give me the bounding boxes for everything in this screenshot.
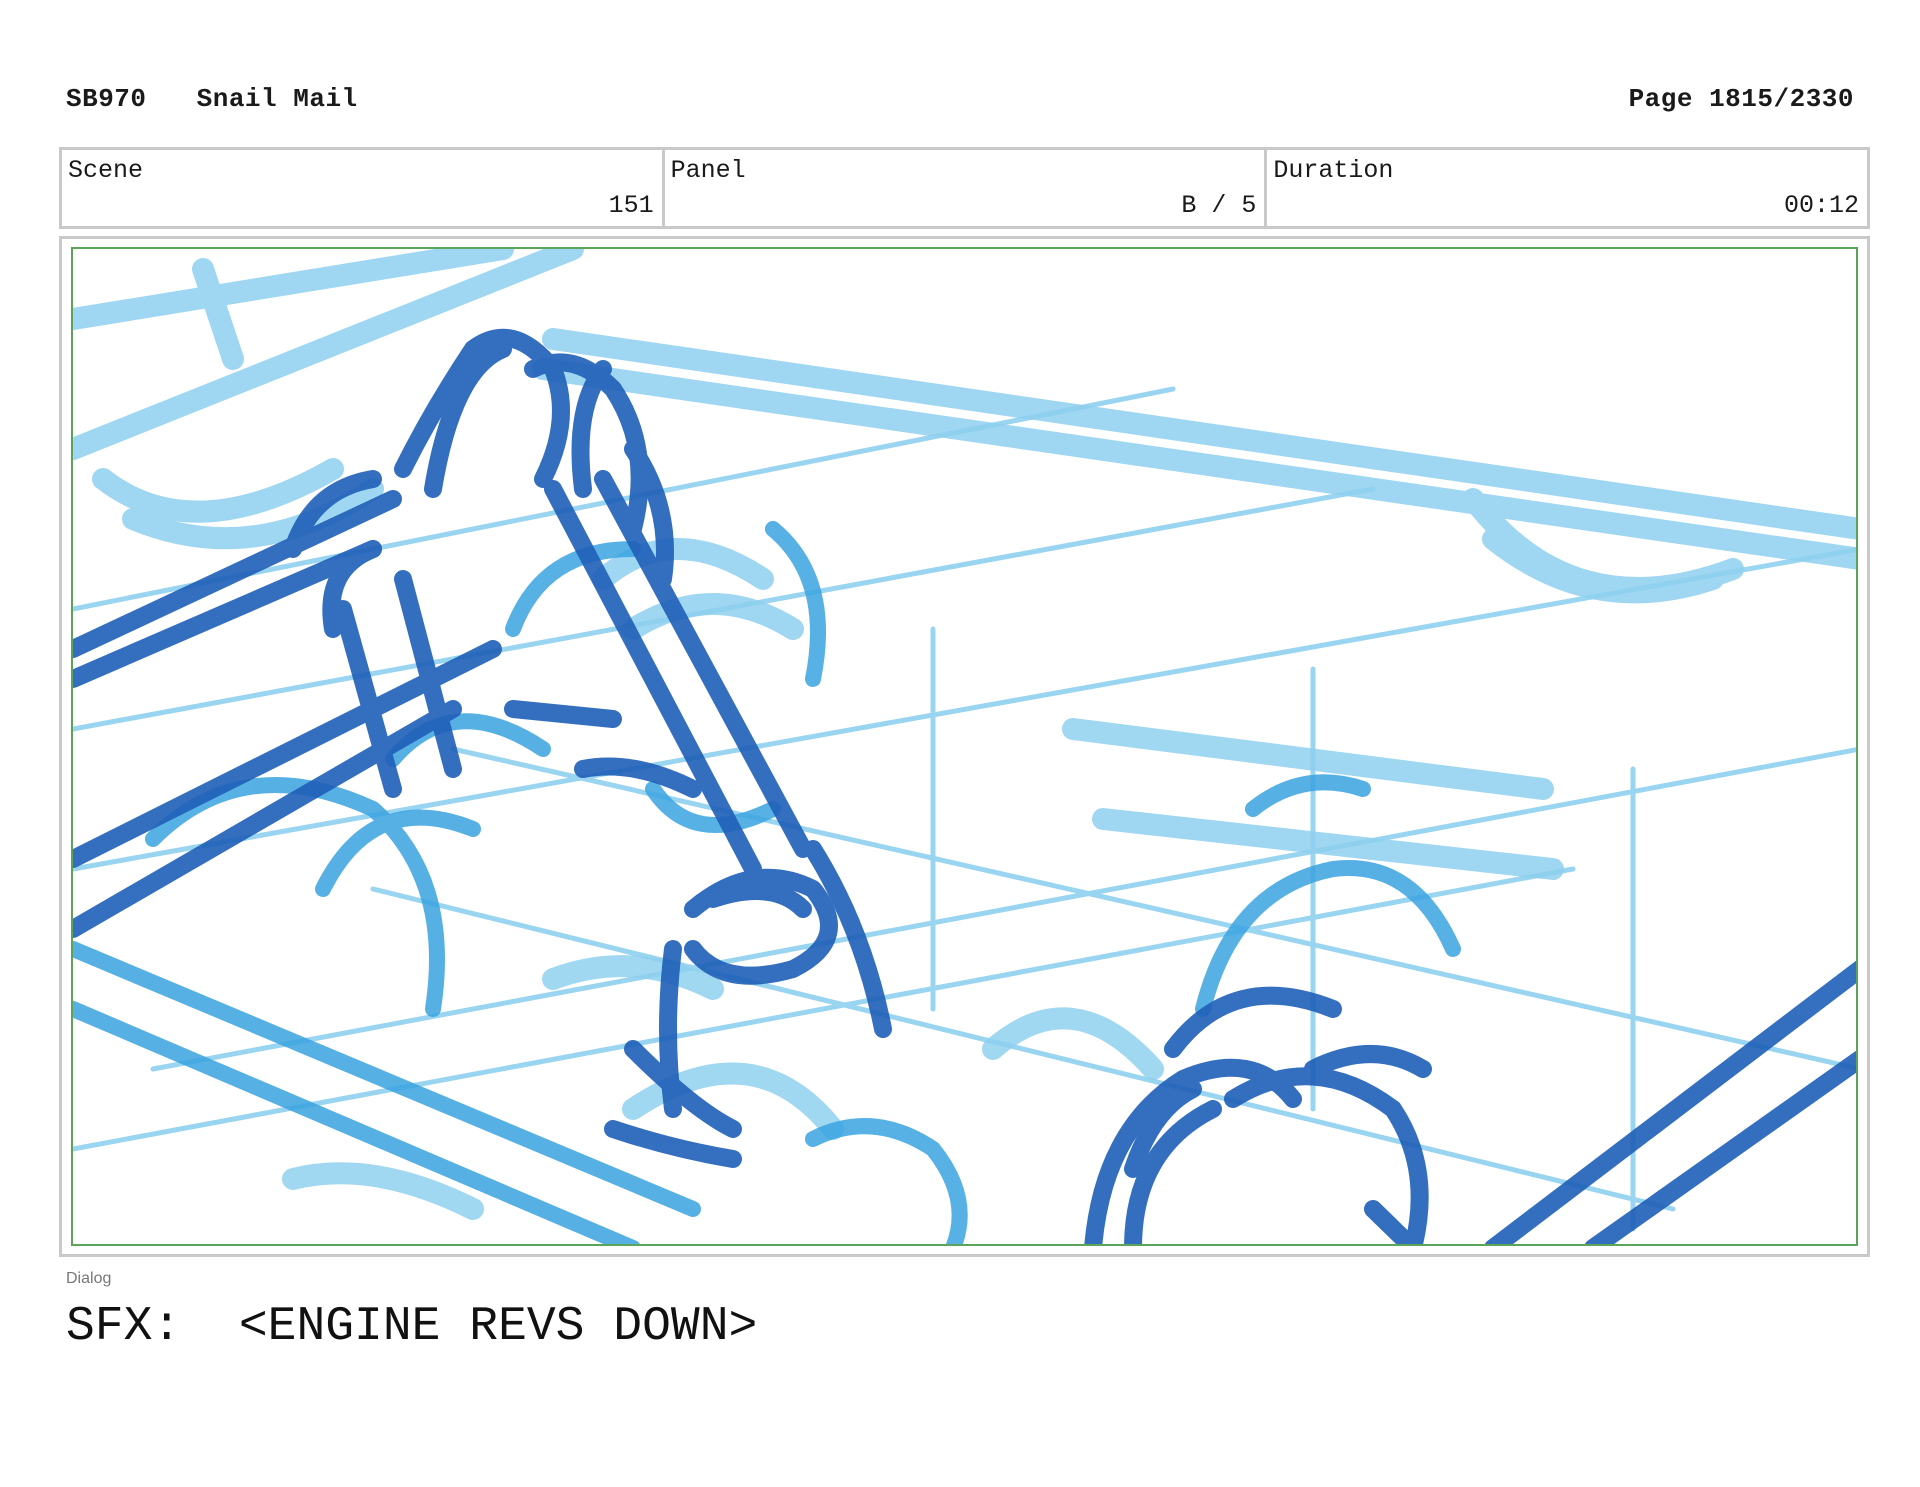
storyboard-panel-drawing xyxy=(71,247,1858,1246)
document-header-left: SB970 Snail Mail xyxy=(66,84,358,114)
dialog-label: Dialog xyxy=(66,1270,112,1287)
panel-info-table: Scene 151 Panel B / 5 Duration 00:12 xyxy=(59,147,1870,229)
duration-label: Duration xyxy=(1273,156,1394,185)
scene-cell: Scene 151 xyxy=(62,150,665,226)
page-number: Page 1815/2330 xyxy=(1628,84,1854,114)
panel-label: Panel xyxy=(670,156,746,185)
scene-label: Scene xyxy=(68,156,144,185)
panel-value: B / 5 xyxy=(1181,191,1257,220)
panel-cell: Panel B / 5 xyxy=(665,150,1268,226)
sketch-illustration xyxy=(73,249,1856,1244)
duration-cell: Duration 00:12 xyxy=(1267,150,1867,226)
duration-value: 00:12 xyxy=(1784,191,1860,220)
storyboard-code: SB970 xyxy=(66,84,147,114)
storyboard-title: Snail Mail xyxy=(196,84,358,114)
scene-value: 151 xyxy=(608,191,654,220)
dialog-text: SFX: <ENGINE REVS DOWN> xyxy=(66,1300,758,1354)
